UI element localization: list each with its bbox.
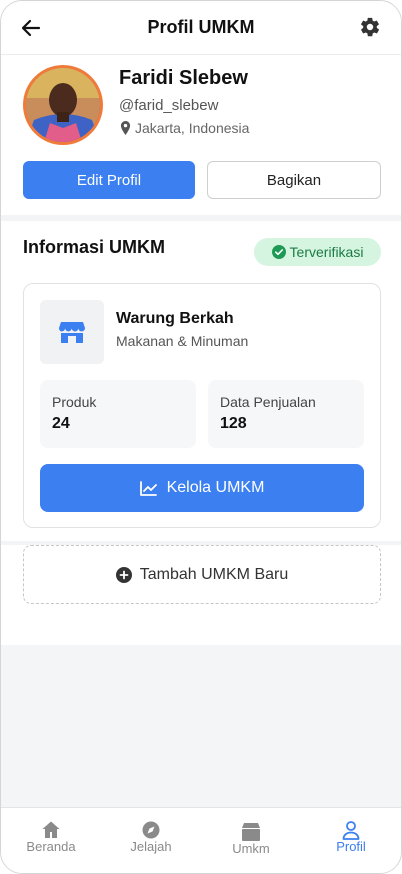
home-icon [42, 821, 60, 838]
nav-item-jelajah[interactable]: Jelajah [101, 808, 201, 873]
store-icon [59, 322, 85, 343]
nav-label: Beranda [26, 839, 76, 854]
umkm-section-title: Informasi UMKM [23, 237, 166, 257]
location-text: Jakarta, Indonesia [135, 120, 250, 136]
check-circle-icon [271, 245, 286, 259]
stat-label: Data Penjualan [220, 394, 316, 410]
app-header: Profil UMKM [1, 1, 401, 55]
empty-area [1, 645, 401, 807]
profile-name: Faridi Slebew [119, 67, 248, 89]
nav-item-profil[interactable]: Profil [301, 808, 401, 873]
user-icon [342, 821, 360, 840]
share-button[interactable]: Bagikan [207, 161, 381, 199]
umkm-card: Warung Berkah Makanan & Minuman Produk 2… [23, 283, 381, 528]
add-umkm-label: Tambah UMKM Baru [139, 565, 289, 583]
location-pin-icon [120, 121, 131, 135]
bottom-nav: Beranda Jelajah Umkm Profil [1, 807, 401, 873]
nav-label: Jelajah [130, 839, 172, 854]
phone-frame: Profil UMKM Faridi Slebew @farid_slebew [0, 0, 402, 874]
nav-label: Profil [336, 839, 366, 854]
manage-umkm-button[interactable]: Kelola UMKM [40, 464, 364, 512]
store-thumbnail [40, 300, 104, 364]
page-title: Profil UMKM [147, 17, 255, 37]
stat-sales: Data Penjualan 128 [208, 380, 364, 448]
add-umkm-button[interactable]: Tambah UMKM Baru [23, 545, 381, 604]
compass-icon [142, 821, 160, 839]
manage-umkm-label: Kelola UMKM [166, 479, 265, 496]
nav-label: Umkm [232, 841, 270, 856]
avatar[interactable] [23, 65, 103, 145]
nav-item-umkm[interactable]: Umkm [201, 808, 301, 873]
profile-location: Jakarta, Indonesia [119, 120, 249, 136]
stat-products: Produk 24 [40, 380, 196, 448]
store-name: Warung Berkah [116, 310, 234, 327]
plus-circle-icon [115, 566, 132, 583]
verified-badge: Terverifikasi [254, 238, 381, 266]
edit-profile-button[interactable]: Edit Profil [23, 161, 195, 199]
store-icon [242, 823, 260, 841]
stat-value: 128 [220, 415, 247, 432]
avatar-photo [26, 68, 100, 142]
back-arrow-icon[interactable] [19, 16, 43, 40]
chart-line-icon [139, 480, 157, 496]
nav-item-beranda[interactable]: Beranda [1, 808, 101, 873]
verified-label: Terverifikasi [289, 244, 364, 260]
store-category: Makanan & Minuman [116, 333, 249, 349]
profile-username: @farid_slebew [119, 97, 219, 114]
gear-icon[interactable] [359, 16, 381, 38]
profile-section: Faridi Slebew @farid_slebew Jakarta, Ind… [1, 55, 401, 215]
stat-label: Produk [52, 394, 97, 410]
stat-value: 24 [52, 415, 70, 432]
section-divider [1, 215, 401, 221]
